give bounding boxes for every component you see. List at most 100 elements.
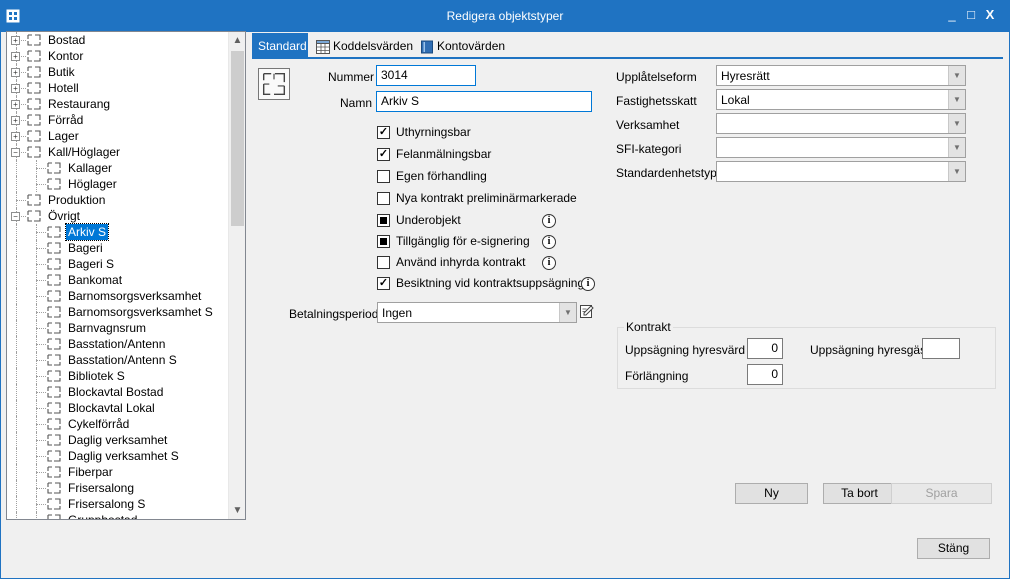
scroll-down-icon[interactable]: ▼ (229, 502, 245, 519)
tree-scrollbar[interactable]: ▲ ▼ (228, 32, 245, 519)
tree-item[interactable]: + Restaurang (7, 96, 229, 112)
checkbox[interactable]: ✓ Uthyrningsbar (377, 124, 607, 140)
tree-item[interactable]: − Kall/Höglager (7, 144, 229, 160)
tree-item[interactable]: + Hotell (7, 80, 229, 96)
tree-item[interactable]: Basstation/Antenn (7, 336, 229, 352)
checkbox-box[interactable] (377, 192, 390, 205)
tree-item[interactable]: Barnomsorgsverksamhet S (7, 304, 229, 320)
object-type-tree[interactable]: + Bostad + Kontor + Butik + Hotell + Restaurang + F… (6, 31, 246, 520)
chevron-down-icon[interactable]: ▼ (948, 114, 965, 133)
checkbox-box[interactable] (377, 214, 390, 227)
spara-button[interactable]: Spara (891, 483, 992, 504)
collapse-icon[interactable]: − (11, 148, 20, 157)
field-select[interactable]: Lokal ▼ (716, 89, 966, 110)
namn-input[interactable]: Arkiv S (376, 91, 592, 112)
expand-icon[interactable]: + (11, 52, 20, 61)
expand-icon[interactable]: + (11, 68, 20, 77)
tab-kontovarden[interactable]: Kontovärden (414, 33, 511, 59)
ta-bort-button[interactable]: Ta bort (823, 483, 896, 504)
floorplan-icon (47, 242, 61, 254)
indeterminate-icon (380, 238, 387, 245)
tree-item-label: Kontor (48, 49, 84, 63)
expand-icon[interactable]: + (11, 132, 20, 141)
checkbox[interactable]: Använd inhyrda kontrakt (377, 254, 607, 270)
checkbox[interactable]: ✓ Besiktning vid kontraktsuppsägning (377, 275, 607, 291)
checkbox-box[interactable]: ✓ (377, 148, 390, 161)
checkbox[interactable]: Egen förhandling (377, 168, 607, 184)
floorplan-icon (47, 290, 61, 302)
chevron-down-icon[interactable]: ▼ (948, 66, 965, 85)
checkbox[interactable]: Tillgänglig för e-signering (377, 233, 607, 249)
info-icon[interactable]: i (542, 235, 556, 249)
uppsagning-hyresvard-input[interactable]: 0 (747, 338, 783, 359)
tree-item[interactable]: Barnvagnsrum (7, 320, 229, 336)
tree-item[interactable]: Bageri S (7, 256, 229, 272)
info-icon[interactable]: i (542, 256, 556, 270)
tree-item[interactable]: Frisersalong S (7, 496, 229, 512)
tree-item[interactable]: Cykelförråd (7, 416, 229, 432)
tree-item[interactable]: Blockavtal Lokal (7, 400, 229, 416)
collapse-icon[interactable]: − (11, 212, 20, 221)
forlangning-input[interactable]: 0 (747, 364, 783, 385)
expand-icon[interactable]: + (11, 84, 20, 93)
tree-item[interactable]: Daglig verksamhet S (7, 448, 229, 464)
chevron-down-icon[interactable]: ▼ (948, 138, 965, 157)
checkbox-box[interactable] (377, 256, 390, 269)
expand-icon[interactable]: + (11, 100, 20, 109)
tree-item[interactable]: Höglager (7, 176, 229, 192)
close-button[interactable]: X (982, 7, 998, 23)
tree-item[interactable]: + Lager (7, 128, 229, 144)
chevron-down-icon[interactable]: ▼ (948, 162, 965, 181)
edit-icon[interactable] (580, 303, 594, 318)
maximize-button[interactable]: □ (963, 7, 979, 23)
checkbox[interactable]: ✓ Felanmälningsbar (377, 146, 607, 162)
checkbox-box[interactable]: ✓ (377, 277, 390, 290)
checkbox-box[interactable]: ✓ (377, 126, 390, 139)
field-select[interactable]: ▼ (716, 113, 966, 134)
info-icon[interactable]: i (542, 214, 556, 228)
betalningsperiod-select[interactable]: Ingen ▼ (377, 302, 577, 323)
tree-item[interactable]: + Förråd (7, 112, 229, 128)
expand-icon[interactable]: + (11, 116, 20, 125)
tree-item[interactable]: Kallager (7, 160, 229, 176)
chevron-down-icon[interactable]: ▼ (559, 303, 576, 322)
nummer-input[interactable]: 3014 (376, 65, 476, 86)
tree-item[interactable]: Daglig verksamhet (7, 432, 229, 448)
tab-koddelsvarden[interactable]: Koddelsvärden (310, 33, 419, 59)
tree-item[interactable]: Barnomsorgsverksamhet (7, 288, 229, 304)
tree-item[interactable]: Frisersalong (7, 480, 229, 496)
tree-item[interactable]: − Övrigt (7, 208, 229, 224)
checkbox-box[interactable] (377, 235, 390, 248)
scroll-thumb[interactable] (231, 51, 244, 226)
tab-standard[interactable]: Standard (252, 33, 308, 59)
tree-item[interactable]: Produktion (7, 192, 229, 208)
tree-item[interactable]: Basstation/Antenn S (7, 352, 229, 368)
tree-item[interactable]: Bageri (7, 240, 229, 256)
tree-item[interactable]: Arkiv S (7, 223, 229, 241)
tree-item[interactable]: + Kontor (7, 48, 229, 64)
ny-button[interactable]: Ny (735, 483, 808, 504)
stang-button[interactable]: Stäng (917, 538, 990, 559)
field-select[interactable]: ▼ (716, 137, 966, 158)
expand-icon[interactable]: + (11, 36, 20, 45)
floorplan-icon (47, 498, 61, 510)
tree-item[interactable]: Bankomat (7, 272, 229, 288)
chevron-down-icon[interactable]: ▼ (948, 90, 965, 109)
tree-item[interactable]: Gruppbostad (7, 512, 229, 520)
checkbox-box[interactable] (377, 170, 390, 183)
scroll-up-icon[interactable]: ▲ (229, 32, 245, 49)
minimize-button[interactable]: _ (944, 7, 960, 23)
info-icon[interactable]: i (581, 277, 595, 291)
tree-item[interactable]: + Bostad (7, 32, 229, 48)
tree-item[interactable]: + Butik (7, 64, 229, 80)
uppsagning-hyresgast-input[interactable] (922, 338, 960, 359)
checkbox[interactable]: Nya kontrakt preliminärmarkerade (377, 190, 607, 206)
tree-connector (36, 504, 46, 505)
field-select[interactable]: Hyresrätt ▼ (716, 65, 966, 86)
field-select[interactable]: ▼ (716, 161, 966, 182)
tree-item[interactable]: Blockavtal Bostad (7, 384, 229, 400)
tree-item[interactable]: Bibliotek S (7, 368, 229, 384)
tree-item[interactable]: Fiberpar (7, 464, 229, 480)
checkbox[interactable]: Underobjekt (377, 212, 607, 228)
tree-item-label: Gruppbostad (68, 513, 138, 520)
